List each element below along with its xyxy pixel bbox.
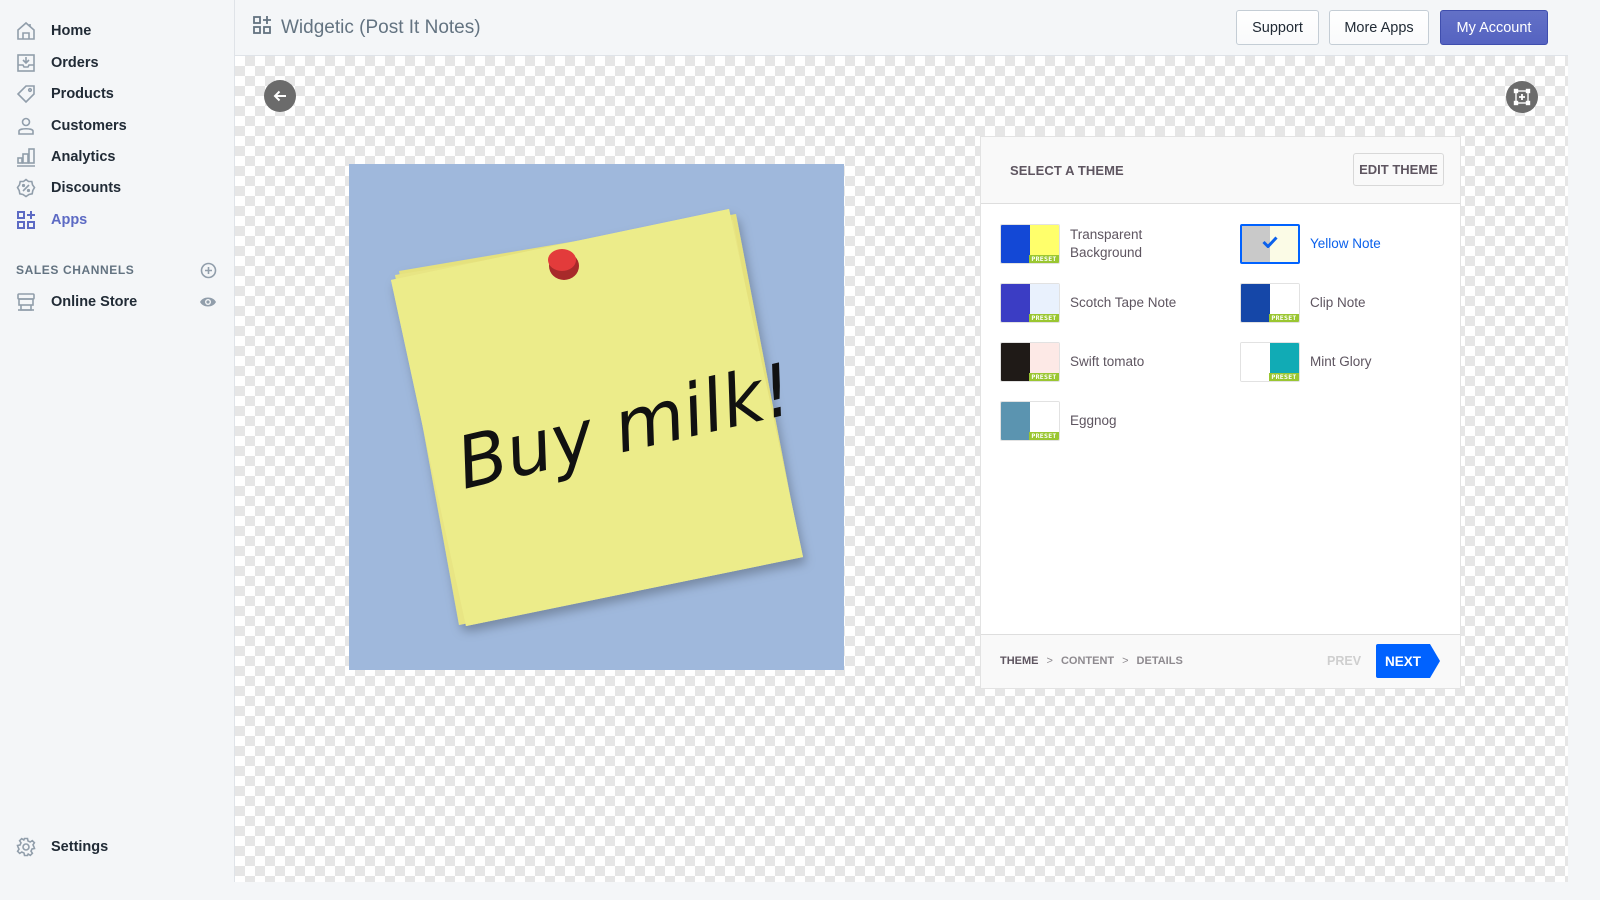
gear-icon [16, 837, 36, 857]
preset-badge: PRESET [1269, 314, 1299, 322]
top-bar: Widgetic (Post It Notes) Support More Ap… [235, 0, 1568, 56]
breadcrumb-separator: > [1046, 655, 1053, 667]
sidebar-item-customers[interactable]: Customers [0, 110, 234, 141]
theme-option[interactable]: PRESET Eggnog [1000, 401, 1117, 441]
theme-option[interactable]: PRESET Scotch Tape Note [1000, 283, 1176, 323]
arrow-left-icon [273, 90, 286, 102]
sidebar-item-settings[interactable]: Settings [0, 831, 234, 862]
theme-panel-header: SELECT A THEME EDIT THEME [981, 137, 1460, 204]
sidebar-item-label: Customers [51, 117, 127, 134]
theme-name: Eggnog [1070, 413, 1117, 428]
theme-swatch: PRESET [1000, 401, 1060, 441]
theme-swatch: PRESET [1000, 283, 1060, 323]
swatch-primary-color [1001, 284, 1030, 322]
support-button[interactable]: Support [1236, 10, 1319, 45]
apps-grid-icon [16, 210, 36, 230]
theme-option[interactable]: PRESET Transparent Background [1000, 224, 1160, 264]
fit-to-screen-button[interactable] [1506, 81, 1538, 113]
store-icon [16, 292, 36, 312]
widget-preview[interactable]: Buy milk! [349, 164, 844, 670]
more-apps-button[interactable]: More Apps [1329, 10, 1429, 45]
sidebar-item-discounts[interactable]: Discounts [0, 172, 234, 203]
next-label: NEXT [1384, 653, 1421, 669]
app-title-text: Widgetic (Post It Notes) [281, 16, 481, 38]
back-button[interactable] [264, 80, 296, 112]
breadcrumb-step-details[interactable]: DETAILS [1137, 655, 1183, 667]
bar-chart-icon [16, 147, 36, 167]
theme-option[interactable]: PRESET Clip Note [1240, 283, 1366, 323]
preset-badge: PRESET [1029, 314, 1059, 322]
theme-swatch: PRESET [1240, 342, 1300, 382]
wizard-breadcrumb: THEME > CONTENT > DETAILS [1000, 655, 1183, 667]
preset-badge: PRESET [1269, 373, 1299, 381]
preset-badge: PRESET [1029, 255, 1059, 263]
sidebar-item-orders[interactable]: Orders [0, 47, 234, 78]
next-button[interactable]: NEXT [1376, 644, 1440, 678]
theme-swatch: PRESET [1000, 342, 1060, 382]
view-store-eye-icon[interactable] [199, 293, 217, 311]
swatch-primary-color [1001, 343, 1030, 381]
select-theme-title: SELECT A THEME [1010, 163, 1124, 178]
person-icon [16, 116, 36, 136]
sidebar-item-label: Products [51, 85, 114, 102]
theme-name: Transparent Background [1070, 227, 1143, 260]
sidebar-item-label: Discounts [51, 179, 122, 196]
sales-channels-title: SALES CHANNELS [16, 263, 135, 277]
sidebar-item-analytics[interactable]: Analytics [0, 141, 234, 172]
wizard-footer: THEME > CONTENT > DETAILS PREV NEXT [981, 634, 1460, 688]
theme-option[interactable]: Yellow Note [1240, 224, 1381, 264]
my-account-button[interactable]: My Account [1440, 10, 1548, 45]
theme-name: Swift tomato [1070, 354, 1145, 369]
discount-badge-icon [16, 177, 36, 198]
checkmark-icon [1262, 235, 1278, 253]
theme-name: Yellow Note [1310, 236, 1381, 251]
fit-frame-icon [1513, 88, 1531, 106]
add-channel-icon[interactable] [200, 262, 217, 279]
swatch-primary-color [1241, 284, 1270, 322]
swatch-primary-color [1241, 343, 1270, 381]
sidebar-item-apps[interactable]: Apps [0, 204, 234, 235]
edit-theme-button[interactable]: EDIT THEME [1353, 153, 1444, 186]
theme-name: Mint Glory [1310, 354, 1372, 369]
orders-icon [16, 53, 36, 73]
swatch-primary-color [1001, 402, 1030, 440]
theme-swatch: PRESET [1240, 283, 1300, 323]
sidebar-item-label: Apps [51, 211, 88, 228]
post-it-note-illustration: Buy milk! [391, 209, 803, 626]
theme-panel: SELECT A THEME EDIT THEME PRESET Transpar… [980, 136, 1461, 689]
breadcrumb-step-content[interactable]: CONTENT [1061, 655, 1114, 667]
theme-swatch [1240, 224, 1300, 264]
sidebar-item-home[interactable]: Home [0, 15, 234, 46]
tag-icon [16, 84, 36, 104]
theme-name: Clip Note [1310, 295, 1366, 310]
theme-swatch: PRESET [1000, 224, 1060, 264]
theme-option[interactable]: PRESET Mint Glory [1240, 342, 1372, 382]
sidebar-item-products[interactable]: Products [0, 78, 234, 109]
app-title: Widgetic (Post It Notes) [252, 15, 481, 40]
theme-name: Scotch Tape Note [1070, 295, 1177, 310]
sidebar-item-label: Home [51, 22, 92, 39]
breadcrumb-step-theme[interactable]: THEME [1000, 655, 1039, 667]
home-icon [16, 21, 36, 41]
preset-badge: PRESET [1029, 432, 1059, 440]
breadcrumb-separator: > [1122, 655, 1129, 667]
sidebar-item-label: Settings [51, 838, 109, 855]
sidebar-item-label: Orders [51, 54, 99, 71]
theme-option[interactable]: PRESET Swift tomato [1000, 342, 1144, 382]
prev-button[interactable]: PREV [1327, 654, 1361, 668]
sidebar: Home Orders Products Customers Analytics… [0, 0, 235, 882]
swatch-primary-color [1001, 225, 1030, 263]
apps-grid-icon [252, 15, 272, 40]
preset-badge: PRESET [1029, 373, 1059, 381]
sidebar-item-label: Analytics [51, 148, 116, 165]
sidebar-item-label: Online Store [51, 293, 138, 310]
